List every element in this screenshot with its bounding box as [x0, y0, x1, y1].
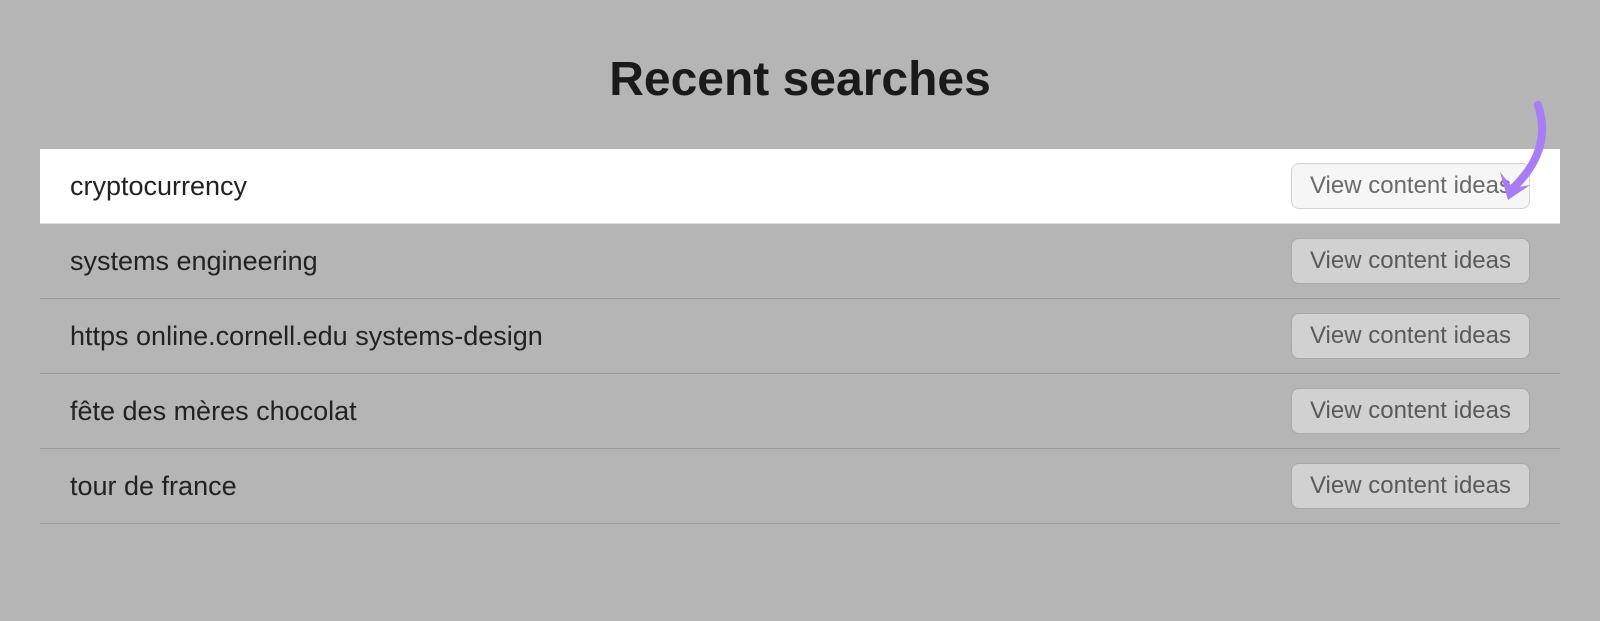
view-content-ideas-button[interactable]: View content ideas	[1291, 238, 1530, 284]
view-content-ideas-button[interactable]: View content ideas	[1291, 163, 1530, 209]
view-content-ideas-button[interactable]: View content ideas	[1291, 388, 1530, 434]
search-term: https online.cornell.edu systems-design	[70, 321, 543, 352]
search-term: systems engineering	[70, 246, 318, 277]
recent-searches-list: cryptocurrency View content ideas system…	[40, 149, 1560, 524]
search-row: fête des mères chocolat View content ide…	[40, 374, 1560, 449]
search-row: tour de france View content ideas	[40, 449, 1560, 524]
search-term: cryptocurrency	[70, 171, 247, 202]
search-term: tour de france	[70, 471, 237, 502]
view-content-ideas-button[interactable]: View content ideas	[1291, 463, 1530, 509]
search-row: https online.cornell.edu systems-design …	[40, 299, 1560, 374]
view-content-ideas-button[interactable]: View content ideas	[1291, 313, 1530, 359]
search-row: cryptocurrency View content ideas	[40, 149, 1560, 224]
search-row: systems engineering View content ideas	[40, 224, 1560, 299]
page-title: Recent searches	[0, 0, 1600, 149]
search-term: fête des mères chocolat	[70, 396, 357, 427]
